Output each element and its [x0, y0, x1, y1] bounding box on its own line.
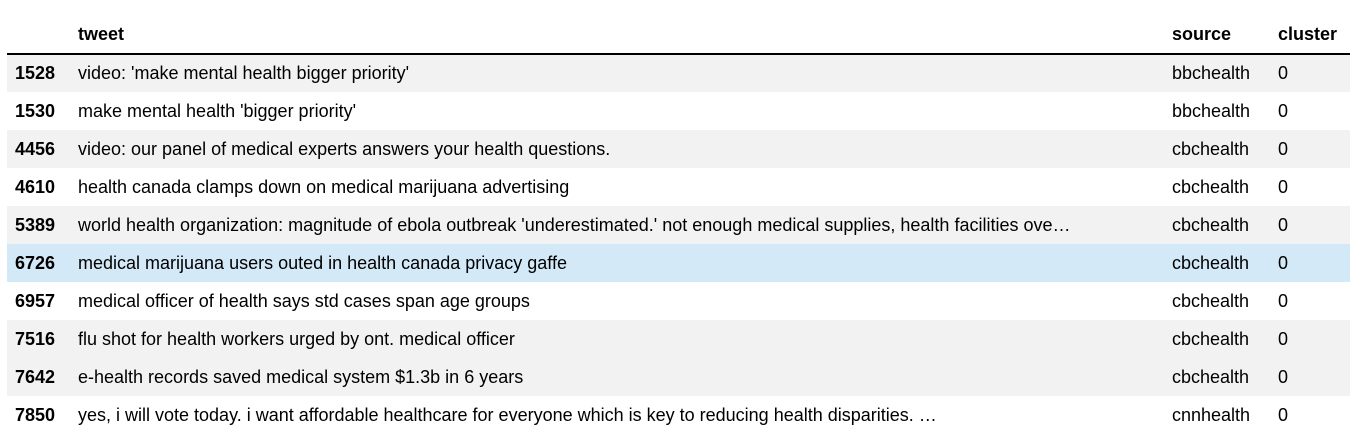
cell-cluster: 0: [1278, 290, 1289, 311]
cell-tweet: yes, i will vote today. i want affordabl…: [78, 404, 937, 425]
cell-tweet: medical officer of health says std cases…: [78, 290, 530, 311]
column-header-cluster: cluster: [1270, 16, 1350, 55]
cell-tweet: health canada clamps down on medical mar…: [78, 176, 570, 197]
cell-tweet: medical marijuana users outed in health …: [78, 252, 567, 273]
cell-source: cbchealth: [1172, 366, 1250, 387]
cell-tweet: e-health records saved medical system $1…: [78, 366, 524, 387]
dataframe-output: tweet source cluster 1528 video: 'make m…: [7, 16, 1350, 434]
cell-source: bbchealth: [1172, 100, 1251, 121]
table-row-highlighted: 6726 medical marijuana users outed in he…: [7, 244, 1350, 282]
row-index: 4456: [15, 138, 56, 159]
row-index: 6957: [15, 290, 56, 311]
table-row: 7516 flu shot for health workers urged b…: [7, 320, 1350, 358]
column-header-source: source: [1164, 16, 1270, 55]
table-row: 7642 e-health records saved medical syst…: [7, 358, 1350, 396]
table-row: 4610 health canada clamps down on medica…: [7, 168, 1350, 206]
cell-cluster: 0: [1278, 100, 1289, 121]
cell-source: cbchealth: [1172, 252, 1250, 273]
index-header: [7, 16, 70, 55]
cell-cluster: 0: [1278, 252, 1289, 273]
cell-cluster: 0: [1278, 176, 1289, 197]
table-row: 1530 make mental health 'bigger priority…: [7, 92, 1350, 130]
cell-source: bbchealth: [1172, 63, 1251, 83]
table-row: 5389 world health organization: magnitud…: [7, 206, 1350, 244]
row-index: 4610: [15, 176, 56, 197]
row-index: 7850: [15, 404, 56, 425]
cell-cluster: 0: [1278, 138, 1289, 159]
dataframe-table: tweet source cluster 1528 video: 'make m…: [7, 16, 1350, 434]
table-row: 1528 video: 'make mental health bigger p…: [7, 54, 1350, 92]
cell-tweet: flu shot for health workers urged by ont…: [78, 328, 515, 349]
cell-cluster: 0: [1278, 366, 1289, 387]
row-index: 5389: [15, 214, 56, 235]
cell-source: cbchealth: [1172, 328, 1250, 349]
cell-tweet: video: our panel of medical experts answ…: [78, 138, 611, 159]
row-index: 6726: [15, 252, 56, 273]
column-header-tweet: tweet: [70, 16, 1164, 55]
table-row: 4456 video: our panel of medical experts…: [7, 130, 1350, 168]
row-index: 1530: [15, 100, 56, 121]
cell-source: cbchealth: [1172, 290, 1250, 311]
cell-source: cbchealth: [1172, 214, 1250, 235]
row-index: 7642: [15, 366, 56, 387]
cell-tweet: world health organization: magnitude of …: [78, 214, 1071, 235]
cell-tweet: video: 'make mental health bigger priori…: [78, 63, 410, 83]
header-row: tweet source cluster: [7, 16, 1350, 55]
cell-cluster: 0: [1278, 214, 1289, 235]
cell-source: cbchealth: [1172, 138, 1250, 159]
row-index: 1528: [15, 63, 56, 83]
row-index: 7516: [15, 328, 56, 349]
table-row: 6957 medical officer of health says std …: [7, 282, 1350, 320]
cell-cluster: 0: [1278, 404, 1289, 425]
cell-cluster: 0: [1278, 328, 1289, 349]
cell-source: cnnhealth: [1172, 404, 1251, 425]
table-row: 7850 yes, i will vote today. i want affo…: [7, 396, 1350, 434]
cell-source: cbchealth: [1172, 176, 1250, 197]
cell-tweet: make mental health 'bigger priority': [78, 100, 357, 121]
cell-cluster: 0: [1278, 63, 1289, 83]
